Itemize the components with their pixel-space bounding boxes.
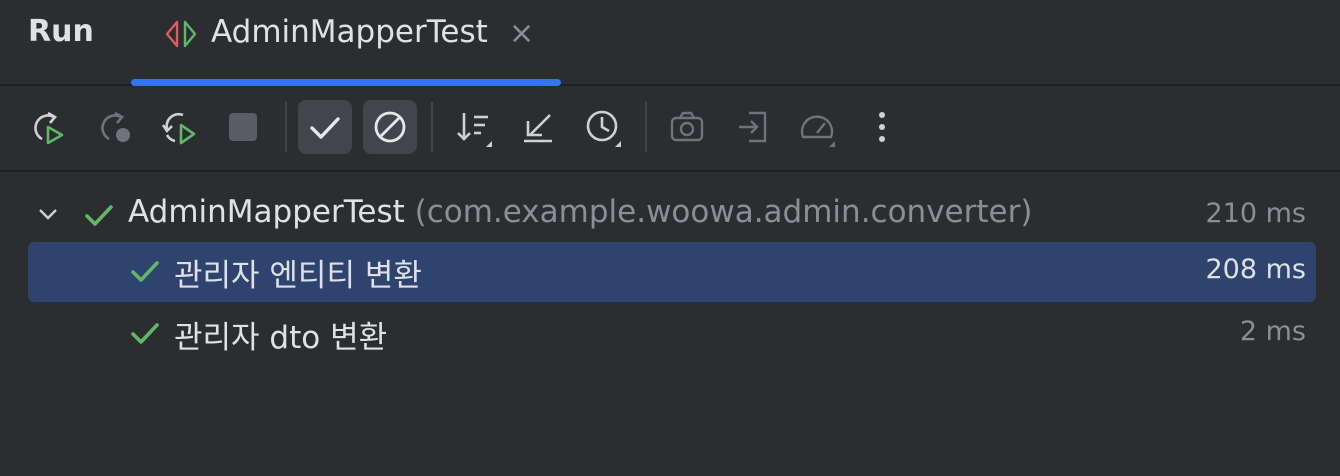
tool-window-header: Run AdminMapperTest × — [0, 0, 1340, 86]
toolbar-separator — [645, 102, 647, 152]
tree-row-test[interactable]: 관리자 dto 변환 2 ms — [28, 304, 1316, 364]
collapse-all-icon — [524, 114, 552, 143]
sort-button[interactable] — [447, 100, 501, 154]
coverage-button[interactable] — [790, 100, 844, 154]
test-class-name: AdminMapperTest (com.example.woowa.admin… — [128, 194, 1032, 230]
show-ignored-button[interactable] — [363, 100, 417, 154]
toolbar-separator — [285, 102, 287, 152]
close-icon[interactable]: × — [509, 16, 534, 52]
passed-check-icon — [131, 261, 159, 282]
toolbar-separator — [431, 102, 433, 152]
test-method-name: 관리자 dto 변환 — [174, 320, 388, 356]
chevron-down-icon[interactable] — [34, 200, 62, 228]
rerun-icon — [34, 111, 64, 145]
rerun-failed-icon — [101, 111, 130, 142]
test-duration: 210 ms — [1205, 198, 1307, 229]
tab-admin-mapper-test[interactable]: AdminMapperTest × — [131, 0, 561, 86]
test-method-name: 관리자 엔티티 변환 — [174, 258, 422, 294]
rerun-button[interactable] — [21, 100, 75, 154]
sort-icon — [457, 113, 492, 147]
tab-title: AdminMapperTest — [211, 14, 488, 50]
import-icon — [739, 111, 767, 143]
tree-row-root[interactable]: AdminMapperTest (com.example.woowa.admin… — [28, 186, 1316, 246]
more-options-button[interactable] — [855, 100, 909, 154]
show-passed-button[interactable] — [298, 100, 352, 154]
rerun-failed-button[interactable] — [88, 100, 142, 154]
run-panel-title: Run — [28, 14, 94, 49]
tree-row-test[interactable]: 관리자 엔티티 변환 208 ms — [28, 242, 1316, 302]
collapse-all-button[interactable] — [511, 100, 565, 154]
test-history-button[interactable] — [576, 100, 630, 154]
more-vertical-icon — [879, 112, 885, 142]
import-tests-button[interactable] — [726, 100, 780, 154]
camera-icon — [670, 111, 704, 142]
passed-check-icon — [85, 205, 113, 226]
passed-check-icon — [131, 323, 159, 344]
clock-icon — [586, 110, 621, 147]
ignored-icon — [374, 111, 406, 143]
test-class-label: AdminMapperTest — [128, 194, 405, 230]
stop-icon — [229, 113, 257, 141]
gauge-icon — [800, 115, 835, 147]
check-icon — [310, 117, 340, 139]
screenshot-button[interactable] — [660, 100, 714, 154]
test-package-label: (com.example.woowa.admin.converter) — [414, 194, 1033, 230]
test-duration: 208 ms — [1205, 254, 1307, 285]
toggle-auto-test-button[interactable] — [152, 100, 206, 154]
stop-button[interactable] — [216, 100, 270, 154]
toggle-auto-test-icon — [161, 112, 196, 145]
test-run-icon — [165, 20, 197, 48]
test-toolbar — [0, 86, 1340, 172]
test-duration: 2 ms — [1239, 316, 1306, 347]
active-tab-indicator — [131, 79, 561, 86]
